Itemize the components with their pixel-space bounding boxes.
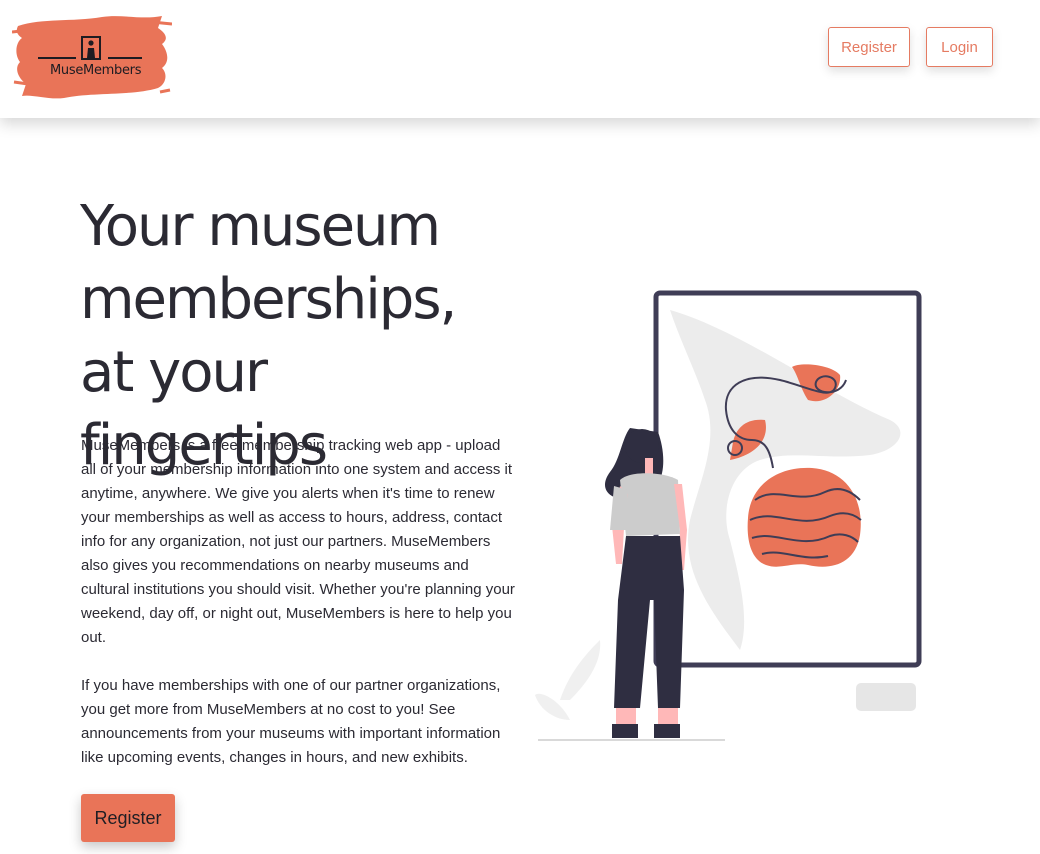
header-register-button[interactable]: Register	[828, 27, 910, 67]
site-header: MuseMembers Register Login	[0, 0, 1040, 118]
hero-description: MuseMembers is a free membership trackin…	[81, 437, 515, 646]
logo-wordmark: MuseMembers	[50, 63, 142, 78]
brush-stroke-logo-icon	[11, 16, 173, 99]
hero-illustration	[530, 280, 940, 750]
woman-viewing-art-icon	[535, 290, 922, 741]
header-login-button[interactable]: Login	[926, 27, 993, 67]
partner-description: If you have memberships with one of our …	[81, 677, 501, 766]
brand-logo[interactable]: MuseMembers	[11, 12, 173, 102]
hero-register-button[interactable]: Register	[81, 794, 175, 842]
